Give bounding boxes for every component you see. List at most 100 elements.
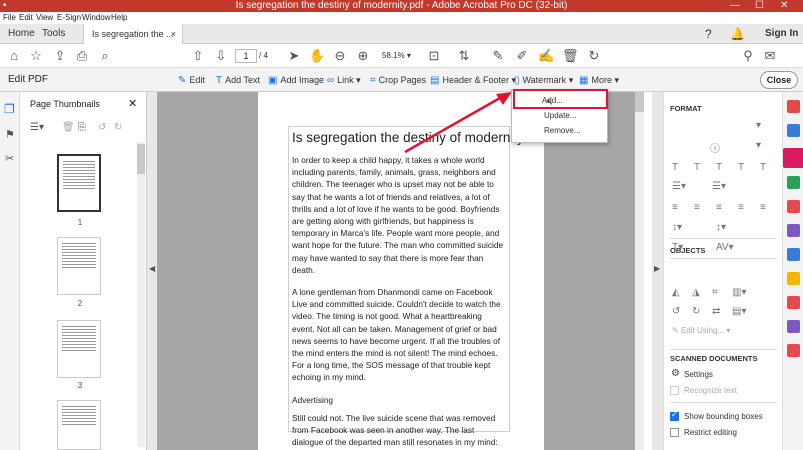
zoom-select[interactable]: 58.1% ▾: [382, 49, 420, 63]
bullet-list-icon[interactable]: ☰▾: [672, 181, 686, 192]
export-pdf-icon[interactable]: [787, 176, 800, 189]
menu-window[interactable]: Window: [82, 12, 110, 24]
help-icon[interactable]: ?: [705, 24, 712, 44]
mail-icon[interactable]: ✉: [762, 48, 778, 64]
edit-using-button[interactable]: ✎ Edit Using... ▾: [672, 326, 730, 335]
add-image-button[interactable]: ▣ Add Image: [268, 68, 324, 93]
hand-tool-icon[interactable]: ✋: [309, 48, 325, 64]
tab-tools[interactable]: Tools: [42, 24, 65, 44]
bell-icon[interactable]: 🔔: [730, 24, 745, 44]
tab-close-icon[interactable]: ×: [171, 24, 176, 44]
flip-v-icon[interactable]: ◮: [692, 287, 700, 298]
text-t-icon[interactable]: T: [672, 162, 678, 173]
justify-icon[interactable]: ≡: [738, 202, 744, 213]
combine-files-icon[interactable]: [787, 124, 800, 137]
star-icon[interactable]: ☆: [28, 48, 44, 64]
page-down-icon[interactable]: ⇩: [213, 48, 229, 64]
sign-in-button[interactable]: Sign In: [765, 24, 798, 44]
zoom-out-icon[interactable]: ⊖: [332, 48, 348, 64]
search-icon[interactable]: ⌕: [97, 48, 113, 64]
right-panel-collapse[interactable]: ▶: [652, 92, 663, 450]
menu-view[interactable]: View: [36, 12, 53, 24]
crop-object-icon[interactable]: ⌗: [712, 287, 718, 298]
upload-icon[interactable]: ⇪: [52, 48, 68, 64]
thumbnails-icon[interactable]: ❐: [4, 102, 15, 116]
tab-home[interactable]: Home: [8, 24, 35, 44]
select-tool-icon[interactable]: ➤: [286, 48, 302, 64]
share-link-icon[interactable]: ⚲: [740, 48, 756, 64]
sign-icon[interactable]: ✍: [538, 48, 554, 64]
text-block[interactable]: Is segregation the destiny of modernity?…: [288, 126, 531, 447]
line-spacing-icon[interactable]: ↕▾: [672, 222, 682, 233]
menu-file[interactable]: File: [3, 12, 16, 24]
help-circle-icon[interactable]: ⓘ: [710, 140, 720, 155]
align-center-icon[interactable]: ≡: [694, 202, 700, 213]
restrict-editing-checkbox[interactable]: [670, 428, 679, 437]
number-list-icon[interactable]: ☰▾: [712, 181, 726, 192]
home-icon[interactable]: ⌂: [6, 48, 22, 64]
undo-icon[interactable]: ↺: [98, 122, 106, 133]
thumbnail-page-1[interactable]: [57, 154, 101, 212]
comment-icon[interactable]: ✎: [490, 48, 506, 64]
thumbnail-page-2[interactable]: [57, 237, 101, 295]
zoom-in-icon[interactable]: ⊕: [355, 48, 371, 64]
size-dropdown-icon[interactable]: ▾: [756, 140, 761, 151]
align-right-icon[interactable]: ≡: [716, 202, 722, 213]
tab-document[interactable]: Is segregation the ... ×: [83, 24, 183, 44]
char-spacing-icon[interactable]: AV▾: [716, 242, 734, 253]
close-window-button[interactable]: ✕: [780, 0, 788, 12]
watermark-remove[interactable]: Remove...: [544, 126, 580, 135]
edit-button[interactable]: ✎ Edit: [178, 68, 205, 93]
print-icon[interactable]: ⎙: [74, 48, 90, 64]
send-for-signature-icon[interactable]: [787, 296, 800, 309]
show-bounding-boxes-checkbox[interactable]: ✓: [670, 410, 679, 421]
menu-edit[interactable]: Edit: [19, 12, 33, 24]
font-dropdown-icon[interactable]: ▾: [756, 120, 761, 131]
scan-ocr-icon[interactable]: [787, 248, 800, 261]
document-scrollbar[interactable]: [635, 92, 644, 450]
protect-icon[interactable]: [787, 320, 800, 333]
attachment-icon[interactable]: ✂: [5, 152, 14, 165]
panel-close-icon[interactable]: ✕: [128, 97, 137, 110]
flip-icon[interactable]: ◭: [672, 287, 680, 298]
settings-button[interactable]: Settings: [684, 370, 713, 379]
align-objects-icon[interactable]: ▤▾: [732, 306, 746, 317]
fit-page-icon[interactable]: ⊡: [426, 48, 442, 64]
text-t5-icon[interactable]: T: [760, 162, 766, 173]
close-edit-button[interactable]: Close: [760, 71, 798, 89]
extract-icon[interactable]: ⎘: [78, 122, 86, 133]
settings-gear-icon[interactable]: ⚙: [671, 368, 680, 379]
text-t2-icon[interactable]: T: [694, 162, 700, 173]
left-panel-collapse[interactable]: ◀: [147, 92, 157, 450]
arrange-icon[interactable]: ▥▾: [732, 287, 746, 298]
delete-icon[interactable]: 🗑: [562, 48, 579, 64]
paragraph-spacing-icon[interactable]: ↕▾: [716, 222, 726, 233]
replace-icon[interactable]: ⇄: [712, 306, 720, 317]
rotate-icon[interactable]: ↻: [586, 48, 602, 64]
paragraph[interactable]: Still could not. The live suicide scene …: [292, 412, 506, 449]
delete-page-icon[interactable]: 🗑: [62, 122, 75, 133]
text-t3-icon[interactable]: T: [716, 162, 722, 173]
organize-pages-icon[interactable]: [787, 200, 800, 213]
rotate-right-icon[interactable]: ↻: [692, 306, 700, 317]
paragraph[interactable]: Advertising: [292, 394, 506, 406]
watermark-update[interactable]: Update...: [544, 111, 576, 120]
comment-tool-icon[interactable]: [787, 224, 800, 237]
add-text-button[interactable]: T Add Text: [216, 68, 260, 93]
more-tools-icon[interactable]: [787, 344, 800, 357]
menu-esign[interactable]: E-Sign: [57, 12, 81, 24]
scroll-mode-icon[interactable]: ⇅: [456, 48, 472, 64]
thumbnails-scrollbar[interactable]: [137, 142, 145, 447]
link-button[interactable]: ∞ Link ▾: [327, 68, 361, 93]
maximize-button[interactable]: ☐: [755, 0, 764, 12]
paragraph[interactable]: A lone gentleman from Dhanmondi came on …: [292, 286, 506, 384]
highlight-icon[interactable]: ✐: [514, 48, 530, 64]
bookmark-icon[interactable]: ⚑: [5, 128, 15, 141]
page-number-input[interactable]: 1: [235, 49, 257, 63]
minimize-button[interactable]: —: [730, 0, 740, 12]
page-up-icon[interactable]: ⇧: [190, 48, 206, 64]
paragraph[interactable]: In order to keep a child happy, it takes…: [292, 154, 506, 276]
options-icon[interactable]: ☰▾: [30, 122, 44, 133]
fill-sign-icon[interactable]: [787, 272, 800, 285]
menu-help[interactable]: Help: [111, 12, 127, 24]
